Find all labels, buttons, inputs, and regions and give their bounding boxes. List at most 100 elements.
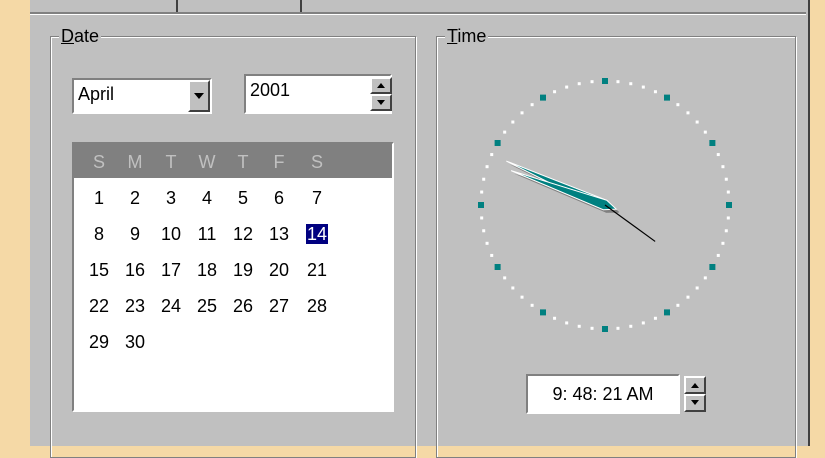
minute-dot	[520, 295, 524, 299]
tab-divider	[300, 0, 302, 12]
month-dropdown-button[interactable]	[188, 80, 210, 112]
calendar-day[interactable]: 7	[300, 188, 334, 209]
calendar-day[interactable]: 13	[262, 224, 296, 245]
calendar-day[interactable]: 21	[300, 260, 334, 281]
calendar-day[interactable]: 30	[118, 332, 152, 353]
minute-dot	[676, 103, 680, 107]
minute-dot	[641, 85, 645, 89]
calendar-day-selected[interactable]: 14	[300, 224, 334, 245]
calendar-day[interactable]: 6	[262, 188, 296, 209]
minute-dot	[716, 253, 720, 257]
minute-dot	[703, 276, 707, 280]
minute-dot	[686, 111, 690, 115]
hour-marker	[602, 78, 608, 84]
minute-dot	[724, 229, 728, 233]
second-hand	[604, 204, 656, 242]
time-down-button[interactable]	[684, 394, 706, 412]
calendar-day[interactable]: 18	[190, 260, 224, 281]
arrow-up-icon	[377, 83, 385, 88]
hour-marker	[540, 94, 546, 101]
minute-dot	[724, 177, 728, 181]
calendar-day[interactable]: 11	[190, 224, 224, 245]
tab-strip	[30, 0, 806, 14]
minute-dot	[511, 120, 515, 124]
minute-dot	[629, 324, 633, 328]
calendar-day[interactable]: 3	[154, 188, 188, 209]
calendar-day[interactable]: 19	[226, 260, 260, 281]
minute-dot	[686, 295, 690, 299]
minute-dot	[482, 177, 486, 181]
calendar-day[interactable]: 9	[118, 224, 152, 245]
minute-dot	[695, 120, 699, 124]
minute-dot	[490, 153, 494, 157]
calendar-day[interactable]: 23	[118, 296, 152, 317]
calendar-day[interactable]: 25	[190, 296, 224, 317]
calendar-day[interactable]: 5	[226, 188, 260, 209]
minute-dot	[530, 303, 534, 307]
calendar-day[interactable]: 28	[300, 296, 334, 317]
hour-marker	[494, 264, 501, 270]
date-group-label: Date	[59, 26, 102, 47]
calendar-grid[interactable]: S M T W T F S 1 2 3 4 5 6 7 8 9 10 11 12 13 14 15 16 17 18 19 20 21…	[72, 142, 394, 412]
hour-marker	[664, 94, 670, 101]
time-field-value: 9: 48: 21 AM	[552, 384, 654, 404]
arrow-up-icon	[691, 383, 699, 388]
weekday-header: M	[127, 152, 143, 172]
year-up-button[interactable]	[370, 77, 392, 94]
arrow-down-icon	[691, 400, 699, 405]
month-select-value: April	[78, 84, 115, 104]
hour-marker	[709, 264, 716, 270]
minute-dot	[653, 90, 657, 94]
year-field-value: 2001	[250, 80, 291, 100]
minute-dot	[703, 130, 707, 134]
minute-dot	[485, 241, 489, 245]
calendar-day[interactable]: 1	[82, 188, 116, 209]
minute-dot	[553, 316, 557, 320]
hour-marker	[664, 309, 670, 316]
minute-dot	[629, 82, 633, 86]
minute-dot	[577, 82, 581, 86]
calendar-day[interactable]: 26	[226, 296, 260, 317]
time-group-label: Time	[445, 26, 489, 47]
minute-dot	[503, 276, 507, 280]
hour-marker	[602, 326, 608, 332]
weekday-header: T	[237, 152, 249, 172]
calendar-day[interactable]: 4	[190, 188, 224, 209]
calendar-day[interactable]: 8	[82, 224, 116, 245]
year-down-button[interactable]	[370, 94, 392, 111]
calendar-day[interactable]: 27	[262, 296, 296, 317]
weekday-header: S	[92, 152, 105, 172]
date-time-dialog: Date April 2001 S M T W T F S 1 2 3 4 5 6 7 8 9 10 11 12 13…	[30, 0, 810, 458]
weekday-header: W	[198, 152, 216, 172]
hour-marker	[709, 140, 716, 146]
minute-dot	[616, 80, 620, 84]
minute-dot	[565, 85, 569, 89]
calendar-day[interactable]: 10	[154, 224, 188, 245]
minute-dot	[695, 286, 699, 290]
hour-marker	[726, 202, 732, 208]
calendar-day[interactable]: 16	[118, 260, 152, 281]
calendar-day[interactable]: 17	[154, 260, 188, 281]
calendar-day[interactable]: 2	[118, 188, 152, 209]
minute-hand	[510, 170, 618, 211]
time-field[interactable]: 9: 48: 21 AM	[526, 374, 680, 414]
calendar-day[interactable]: 29	[82, 332, 116, 353]
calendar-day[interactable]: 20	[262, 260, 296, 281]
calendar-day[interactable]: 15	[82, 260, 116, 281]
calendar-day[interactable]: 12	[226, 224, 260, 245]
weekday-header: T	[165, 152, 177, 172]
minute-dot	[480, 216, 484, 220]
weekday-header: F	[273, 152, 285, 172]
minute-dot	[503, 130, 507, 134]
calendar-day[interactable]: 24	[154, 296, 188, 317]
minute-dot	[480, 190, 484, 194]
minute-dot	[653, 316, 657, 320]
minute-dot	[721, 165, 725, 169]
analog-clock	[478, 78, 732, 332]
minute-dot	[577, 324, 581, 328]
minute-dot	[616, 326, 620, 330]
calendar-day[interactable]: 22	[82, 296, 116, 317]
chevron-down-icon	[194, 93, 204, 99]
minute-dot	[721, 241, 725, 245]
time-up-button[interactable]	[684, 376, 706, 394]
